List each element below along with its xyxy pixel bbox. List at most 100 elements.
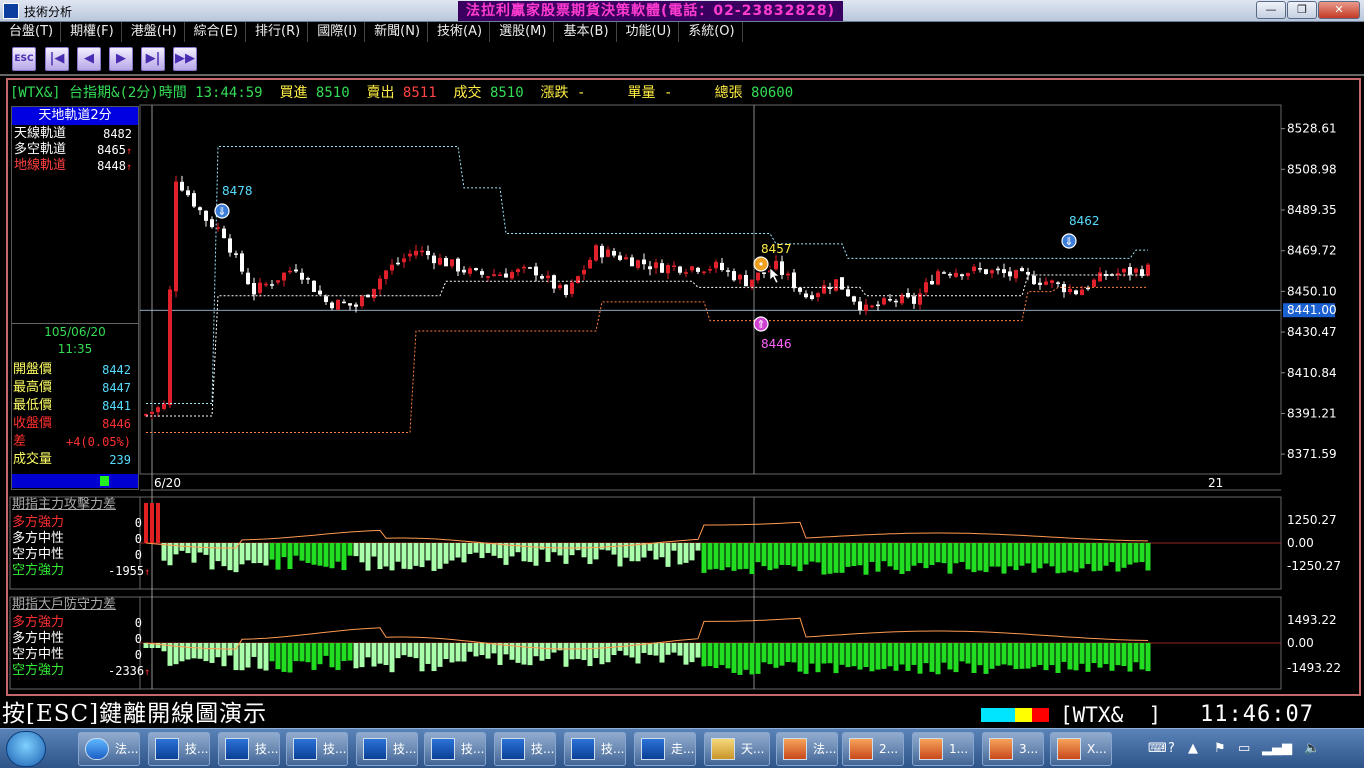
indicator-bar <box>293 543 299 556</box>
candle-body <box>906 292 910 298</box>
candle-body <box>786 273 790 276</box>
candle-body <box>942 272 946 274</box>
indicator-bar <box>1067 543 1073 571</box>
indicator-bar <box>665 643 671 655</box>
indicator-bar <box>791 643 797 663</box>
candle-body <box>252 283 256 295</box>
indicator-bar <box>887 543 893 567</box>
taskbar-item[interactable]: 技... <box>494 732 556 766</box>
taskbar-item[interactable]: 技... <box>424 732 486 766</box>
taskbar-item[interactable]: 法... <box>776 732 838 766</box>
network-icon[interactable]: ▂▄▆ <box>1262 741 1292 756</box>
indicator-bar <box>191 543 197 563</box>
folder-icon <box>711 738 735 760</box>
indicator-bar <box>815 543 821 563</box>
indicator-bar <box>569 543 575 556</box>
trough-label: 8446 <box>761 337 792 351</box>
color-block <box>1032 708 1049 722</box>
indicator-bar <box>605 643 611 663</box>
candle-body <box>450 259 454 267</box>
indicator-bar <box>1061 543 1067 573</box>
indicator-bar <box>1061 643 1067 662</box>
indicator-bar <box>485 543 491 553</box>
taskbar-item[interactable]: 技... <box>356 732 418 766</box>
taskbar-item[interactable]: 法... <box>78 732 140 766</box>
candle-body <box>636 260 640 268</box>
taskbar-item-label: 3... <box>1019 742 1039 756</box>
indicator-bar <box>977 543 983 571</box>
taskbar-item[interactable]: 技... <box>148 732 210 766</box>
indicator-bar <box>1025 543 1031 564</box>
candle-body <box>732 271 736 281</box>
taskbar-item[interactable]: 3... <box>982 732 1044 766</box>
indicator-bar <box>1121 543 1127 568</box>
taskbar-item[interactable]: 2... <box>842 732 904 766</box>
indicator-bar <box>1019 643 1025 669</box>
candle-body <box>582 269 586 275</box>
taskbar-item[interactable]: X... <box>1050 732 1112 766</box>
x-tick-label: 21 <box>1208 476 1223 490</box>
candlestick-chart[interactable]: 8528.61 8508.98 8489.35 8469.72 8450.10 8430.… <box>0 0 1364 700</box>
indicator-bar <box>803 543 809 565</box>
indicator-bar <box>1067 643 1073 670</box>
indicator-bar <box>719 543 725 571</box>
candle-body <box>474 268 478 271</box>
chart-icon <box>641 738 665 760</box>
indicator-bar <box>299 543 305 561</box>
keyboard-icon[interactable]: ⌨ <box>1148 741 1167 756</box>
indicator-bar <box>347 543 353 556</box>
indicator-bar <box>413 543 419 566</box>
indicator-bar <box>497 543 503 559</box>
taskbar-item[interactable]: 技... <box>286 732 348 766</box>
indicator-bar <box>156 503 160 543</box>
indicator-bar <box>935 543 941 563</box>
taskbar-item[interactable]: 走... <box>634 732 696 766</box>
flag-icon[interactable]: ⚑ <box>1214 741 1226 756</box>
candle-body <box>1134 268 1138 273</box>
indicator-bar <box>461 543 467 563</box>
help-icon[interactable]: ? <box>1168 741 1175 756</box>
up-arrow-icon: ↑ <box>144 667 151 678</box>
candle-body <box>576 276 580 284</box>
indicator-bar <box>437 643 443 667</box>
indicator-bar <box>533 643 539 657</box>
candle-body <box>516 269 520 273</box>
start-button[interactable] <box>6 731 46 767</box>
taskbar: 法... 技... 技... 技... 技... 技... 技... 技... 走... 天...… <box>0 728 1364 768</box>
indicator-bar <box>749 543 755 575</box>
indicator-bar <box>755 543 761 563</box>
monitor-icon[interactable]: ▭ <box>1238 741 1250 756</box>
indicator-bar <box>1055 543 1061 574</box>
indicator-bar <box>653 643 659 656</box>
chart-icon <box>293 738 317 760</box>
indicator-bar <box>269 643 275 662</box>
indicator-bar <box>551 643 557 653</box>
taskbar-item[interactable]: 1... <box>912 732 974 766</box>
indicator-bar <box>317 543 323 566</box>
candle-body <box>360 296 364 307</box>
candle-body <box>510 272 514 279</box>
candle-body <box>438 258 442 265</box>
peak-label: 8478 <box>222 184 253 198</box>
tray-expand-icon[interactable]: ▲ <box>1188 741 1198 756</box>
volume-icon[interactable]: 🔈 <box>1304 741 1320 756</box>
indicator-bar <box>311 543 317 565</box>
candle-body <box>744 275 748 287</box>
candle-body <box>978 268 982 270</box>
candle-body <box>522 266 526 269</box>
candle-body <box>852 296 856 302</box>
indicator-bar <box>353 643 359 669</box>
indicator-bar <box>581 643 587 661</box>
indicator-bar <box>941 543 947 564</box>
indicator-bar <box>863 543 869 575</box>
taskbar-item[interactable]: 技... <box>564 732 626 766</box>
taskbar-item[interactable]: 天... <box>704 732 770 766</box>
indicator-bar <box>923 543 929 569</box>
indicator-bar <box>539 643 545 661</box>
indicator-bar <box>1043 543 1049 564</box>
candle-body <box>672 265 676 268</box>
taskbar-item[interactable]: 技... <box>218 732 280 766</box>
legend-label: 空方中性 <box>12 647 65 662</box>
indicator-bar <box>761 543 767 567</box>
indicator-bar <box>821 543 827 575</box>
